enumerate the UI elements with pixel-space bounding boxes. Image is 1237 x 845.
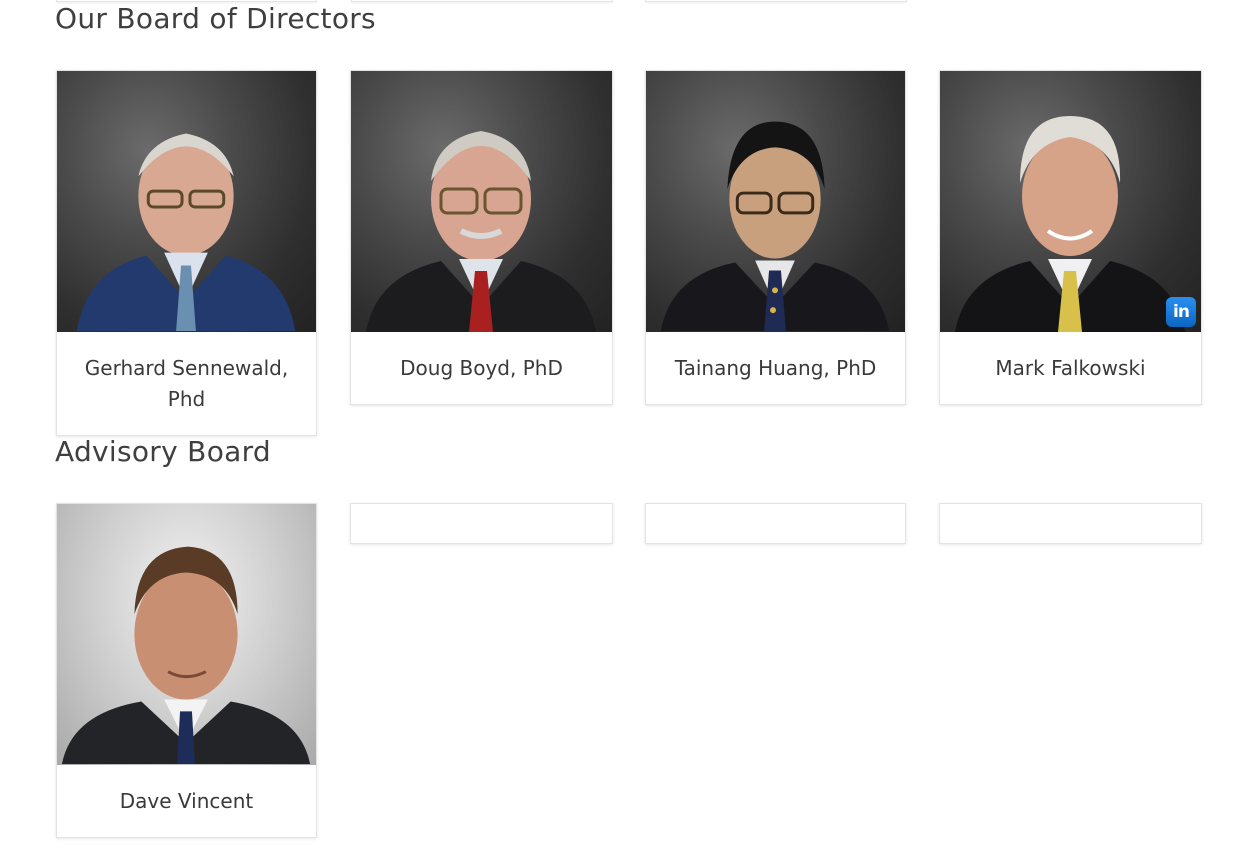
member-photo: in	[940, 71, 1201, 332]
member-photo	[351, 71, 612, 332]
member-name: Tainang Huang, PhD	[674, 356, 877, 380]
advisory-section-title: Advisory Board	[55, 435, 271, 468]
board-section-title: Our Board of Directors	[55, 2, 376, 35]
member-photo	[57, 504, 316, 765]
board-member-card[interactable]: Tainang Huang, PhD	[645, 70, 906, 405]
card-stub-3	[645, 0, 907, 2]
member-photo	[646, 71, 905, 332]
advisory-member-card[interactable]: Dave Vincent	[56, 503, 317, 838]
member-photo	[57, 71, 316, 332]
linkedin-icon[interactable]: in	[1166, 297, 1196, 327]
member-name: Dave Vincent	[119, 789, 254, 813]
advisory-empty-card	[645, 503, 906, 544]
member-name: Mark Falkowski	[995, 356, 1146, 380]
advisory-empty-card	[939, 503, 1202, 544]
board-member-card[interactable]: in Mark Falkowski	[939, 70, 1202, 405]
advisory-empty-card	[350, 503, 613, 544]
member-name: Gerhard Sennewald, Phd	[84, 356, 289, 411]
board-member-card[interactable]: Gerhard Sennewald, Phd	[56, 70, 317, 436]
member-name: Doug Boyd, PhD	[400, 356, 563, 380]
card-stub-2	[351, 0, 613, 2]
board-member-card[interactable]: Doug Boyd, PhD	[350, 70, 613, 405]
